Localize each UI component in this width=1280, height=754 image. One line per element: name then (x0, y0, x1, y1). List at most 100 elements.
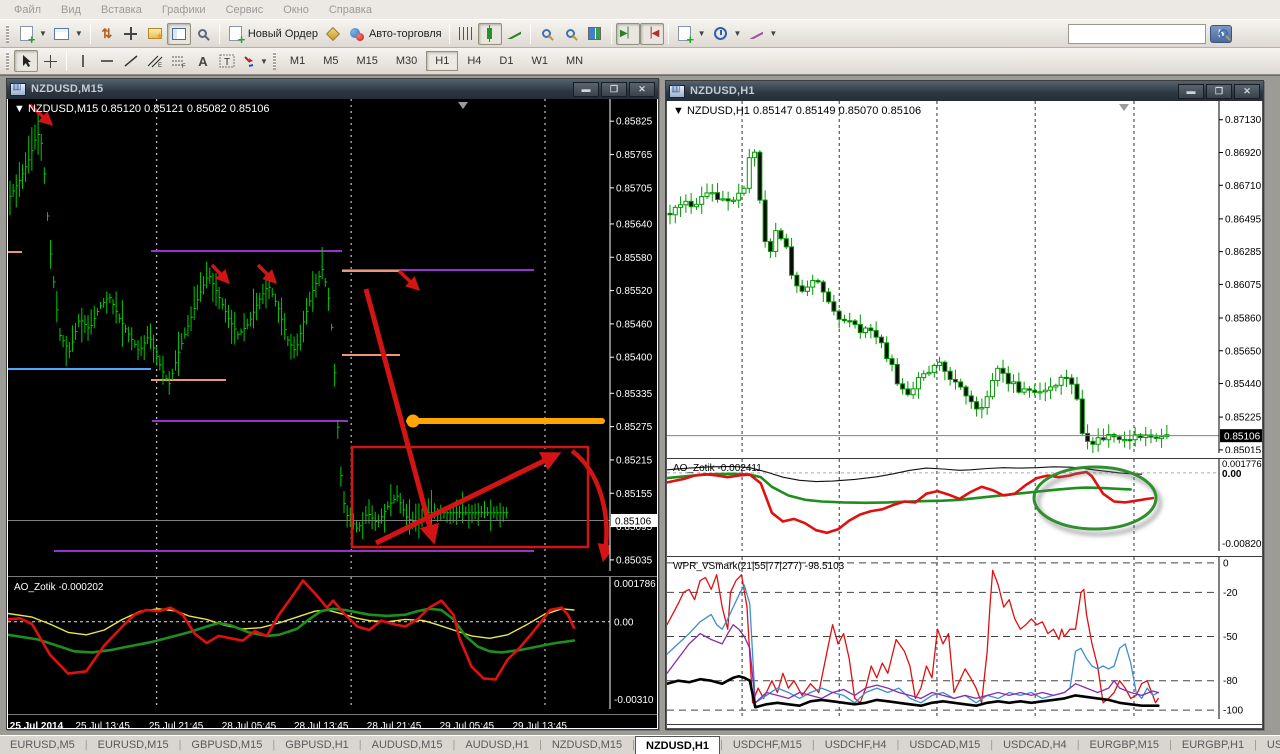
close-button[interactable]: ✕ (1234, 83, 1260, 99)
menu-Графики[interactable]: Графики (152, 1, 216, 19)
data-window-button[interactable] (119, 23, 143, 45)
chart-window-nzdusd-h1[interactable]: NZDUSD,H1 ▬ ❐ ✕ 0.871300.869200.867100.8… (665, 80, 1264, 730)
svg-text:0.85580: 0.85580 (616, 253, 653, 264)
line-chart-button[interactable] (502, 23, 526, 45)
timeframe-H1[interactable]: H1 (426, 51, 459, 71)
menu-Сервис[interactable]: Сервис (216, 1, 274, 19)
metaeditor-button[interactable] (321, 23, 345, 45)
new-order-button[interactable]: Новый Ордер (224, 23, 321, 45)
window-title: NZDUSD,M15 (31, 83, 104, 95)
channel-tool-button[interactable]: E (143, 50, 167, 72)
navigator-button[interactable] (143, 23, 167, 45)
window-title: NZDUSD,H1 (690, 85, 755, 97)
tab-AUDUSD-H1[interactable]: AUDUSD,H1 (455, 736, 539, 754)
horizontal-line-icon (101, 60, 113, 62)
svg-text:E: E (158, 63, 162, 68)
minimize-button[interactable]: ▬ (573, 81, 599, 97)
fibonacci-tool-button[interactable]: F (167, 50, 191, 72)
bar-chart-button[interactable] (454, 23, 478, 45)
templates-button[interactable]: ▼ (744, 23, 780, 45)
tab-EURUSD-M5[interactable]: EURUSD,M5 (0, 736, 85, 754)
indicator-title: AO_Zotik -0.002411 (673, 463, 762, 474)
tab-USDCAD-M15[interactable]: USDCAD,M15 (899, 736, 990, 754)
window-titlebar[interactable]: NZDUSD,H1 ▬ ❐ ✕ (666, 81, 1263, 101)
new-chart-button[interactable]: ▼ (14, 23, 50, 45)
tab-GBPUSD-M15[interactable]: GBPUSD,M15 (181, 736, 272, 754)
periods-button[interactable]: ▼ (709, 23, 745, 45)
cursor-tool-button[interactable] (14, 50, 38, 72)
candlestick-chart-button[interactable] (477, 22, 502, 45)
tile-windows-button[interactable] (583, 23, 607, 45)
tab-AUDUSD-M15[interactable]: AUDUSD,M15 (362, 736, 453, 754)
crosshair-tool-button[interactable] (38, 50, 62, 72)
ao-zotik-panel[interactable]: 0.001776 0.00 -0.00820 AO_Zotik -0.002411 (667, 458, 1262, 556)
window-titlebar[interactable]: NZDUSD,M15 ▬ ❐ ✕ (7, 79, 658, 99)
zoom-in-button[interactable] (535, 23, 559, 45)
menu-Вид[interactable]: Вид (51, 1, 91, 19)
chart-window-nzdusd-m15[interactable]: NZDUSD,M15 ▬ ❐ ✕ 0.858250.857650.857050.… (6, 78, 659, 730)
timeframe-M5[interactable]: M5 (314, 51, 347, 71)
menu-Справка[interactable]: Справка (319, 1, 382, 19)
tab-USDCAD-H4[interactable]: USDCAD,H4 (993, 736, 1077, 754)
timeframe-H4[interactable]: H4 (458, 51, 490, 71)
timeframe-M1[interactable]: M1 (281, 51, 314, 71)
terminal-button[interactable] (166, 22, 191, 45)
profiles-icon (53, 25, 71, 43)
toolbar-grip[interactable] (272, 52, 276, 70)
tab-USDCHF-M15[interactable]: USDCHF,M15 (723, 736, 812, 754)
auto-scroll-button[interactable]: ▶▏ (615, 22, 640, 45)
tab-EURUSD-M15[interactable]: EURUSD,M15 (88, 736, 179, 754)
text-label-tool-button[interactable]: T (215, 50, 239, 72)
chart-body[interactable]: 0.87130 0.86920 0.86710 0.86495 0.86285 0.860… (666, 101, 1263, 729)
timeframe-D1[interactable]: D1 (490, 51, 522, 71)
chart-shift-button[interactable]: ▕◀ (639, 22, 664, 45)
chevron-down-icon: ▼ (733, 29, 742, 38)
tab-EURGBP-M15[interactable]: EURGBP,M15 (1080, 736, 1170, 754)
svg-text:-100: -100 (1223, 706, 1243, 717)
main-chart-panel[interactable]: 0.87130 0.86920 0.86710 0.86495 0.86285 0.860… (667, 101, 1262, 458)
tab-USDJPY-M15[interactable]: USDJPY,M15 (1257, 736, 1280, 754)
maximize-button[interactable]: ❐ (601, 81, 627, 97)
wpr-vsmark-panel[interactable]: 0 -20 -50 -80 -100 WPR_VSmark(21|55|77|277) -… (667, 556, 1262, 724)
timeframe-W1[interactable]: W1 (522, 51, 557, 71)
maximize-button[interactable]: ❐ (1206, 83, 1232, 99)
search-box (1068, 23, 1228, 44)
arrow-objects-button[interactable]: ▼ (239, 50, 271, 72)
vertical-line-tool-button[interactable] (71, 50, 95, 72)
tab-GBPUSD-H1[interactable]: GBPUSD,H1 (275, 736, 359, 754)
tab-USDCHF-H4[interactable]: USDCHF,H4 (815, 736, 897, 754)
ao-zotik-panel[interactable]: 0.001786 0.00 -0.00310 AO_Zotik -0.000202 (8, 576, 657, 714)
tab-NZDUSD-H1[interactable]: NZDUSD,H1 (635, 736, 720, 754)
menu-Вставка[interactable]: Вставка (91, 1, 152, 19)
autotrading-button[interactable]: Авто-торговля (345, 23, 445, 45)
menu-Файл[interactable]: Файл (4, 1, 51, 19)
tab-NZDUSD-M15[interactable]: NZDUSD,M15 (542, 736, 632, 754)
new-chart-icon (17, 25, 36, 45)
svg-text:0.00: 0.00 (1222, 469, 1242, 480)
time-axis[interactable]: 25 Jul 2014 25 Jul 13:45 25 Jul 21:45 28 Ju… (8, 714, 657, 728)
timeframe-M15[interactable]: M15 (347, 51, 386, 71)
market-watch-button[interactable]: ⇅ (95, 23, 119, 45)
main-chart-panel[interactable]: 0.85825 0.85765 0.85705 0.85640 0.85580 0.855… (8, 99, 657, 576)
indicators-button[interactable]: ▼ (673, 23, 709, 45)
tab-EURGBP-H1[interactable]: EURGBP,H1 (1172, 736, 1254, 754)
zoom-out-button[interactable] (559, 23, 583, 45)
chart-profiles-button[interactable]: ▼ (50, 23, 86, 45)
trendline-tool-button[interactable] (119, 50, 143, 72)
menu-Окно[interactable]: Окно (273, 1, 319, 19)
vertical-line-icon (82, 55, 84, 67)
close-button[interactable]: ✕ (629, 81, 655, 97)
text-tool-button[interactable]: A (191, 50, 215, 72)
strategy-tester-button[interactable] (191, 23, 215, 45)
timeframe-M30[interactable]: M30 (387, 51, 426, 71)
horizontal-line-tool-button[interactable] (95, 50, 119, 72)
trendline-icon (124, 55, 138, 67)
toolbar-grip[interactable] (6, 52, 9, 70)
time-axis[interactable]: 23 Jul 201423 Jul 20:0024 Jul 12:0025 Ju… (667, 724, 1262, 728)
toolbar-grip[interactable] (6, 24, 9, 43)
ohlc-readout: ▼ NZDUSD,H1 0.85147 0.85149 0.85070 0.85… (673, 105, 921, 117)
minimize-button[interactable]: ▬ (1178, 83, 1204, 99)
chart-body[interactable]: 0.85825 0.85765 0.85705 0.85640 0.85580 0.855… (7, 99, 658, 729)
timeframe-MN[interactable]: MN (557, 51, 592, 71)
search-input[interactable] (1069, 25, 1219, 42)
